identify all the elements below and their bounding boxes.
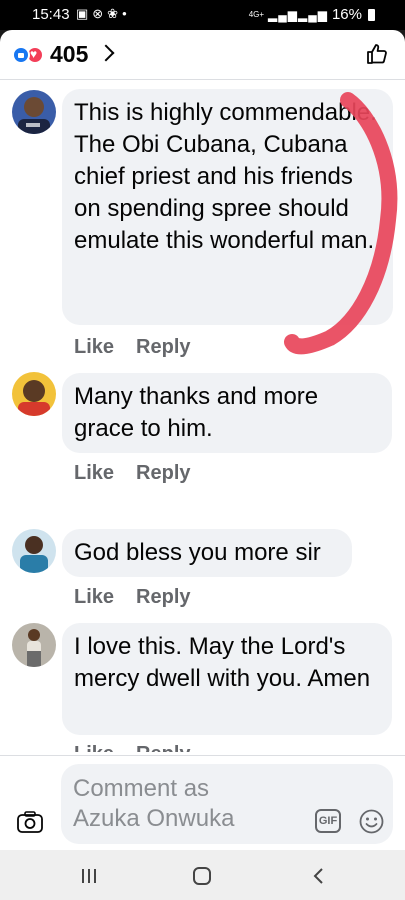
- camera-icon[interactable]: [16, 810, 44, 834]
- status-time: 15:43: [32, 6, 70, 23]
- emoji-icon[interactable]: [359, 809, 384, 834]
- comment-input[interactable]: Comment as Azuka Onwuka GIF: [61, 764, 393, 844]
- like-button[interactable]: Like: [74, 586, 114, 608]
- recents-icon[interactable]: [80, 868, 98, 884]
- comment-actions: Like Reply: [74, 336, 213, 359]
- reply-button[interactable]: Reply: [136, 462, 190, 484]
- reply-button[interactable]: Reply: [136, 336, 190, 358]
- comment-bubble[interactable]: I love this. May the Lord's mercy dwell …: [62, 623, 392, 735]
- comment-placeholder: Comment as Azuka Onwuka: [73, 775, 235, 832]
- reactions-header[interactable]: 405: [0, 30, 405, 80]
- comment-bubble[interactable]: Many thanks and more grace to him.: [62, 373, 392, 453]
- back-icon[interactable]: [312, 868, 324, 884]
- comment-text: I love this. May the Lord's mercy dwell …: [74, 633, 371, 692]
- gif-icon[interactable]: GIF: [315, 809, 341, 833]
- battery-icon: [368, 8, 375, 21]
- reply-button[interactable]: Reply: [136, 743, 190, 752]
- avatar[interactable]: [12, 623, 56, 667]
- comment-text: Many thanks and more grace to him.: [74, 383, 319, 442]
- comment-actions: Like Reply: [74, 462, 213, 485]
- like-button[interactable]: Like: [74, 336, 114, 358]
- comment-actions: Like Reply: [74, 743, 213, 752]
- comment-composer: Comment as Azuka Onwuka GIF: [0, 755, 405, 850]
- avatar[interactable]: [12, 372, 56, 416]
- comment-text: God bless you more sir: [74, 539, 321, 566]
- chevron-right-icon[interactable]: [97, 44, 115, 62]
- navigation-bar: [0, 850, 405, 900]
- reply-button[interactable]: Reply: [136, 586, 190, 608]
- thumbs-up-icon[interactable]: [365, 42, 389, 66]
- notification-icons: ▣⊗❀•: [76, 6, 131, 21]
- comment-list: This is highly commendable. The Obi Cuba…: [0, 80, 405, 752]
- comment-bubble[interactable]: God bless you more sir: [62, 529, 352, 577]
- battery-label: 16%: [331, 6, 362, 23]
- comment-bubble[interactable]: This is highly commendable. The Obi Cuba…: [62, 89, 393, 325]
- avatar[interactable]: [12, 529, 56, 573]
- signal-icon: ▂▄▆▂▄▆: [268, 7, 328, 22]
- status-right: 4G+ ▂▄▆▂▄▆ 16%: [249, 6, 375, 23]
- reaction-count[interactable]: 405: [50, 41, 88, 68]
- status-bar: 15:43 ▣⊗❀• 4G+ ▂▄▆▂▄▆ 16%: [0, 0, 405, 30]
- like-button[interactable]: Like: [74, 743, 114, 752]
- avatar[interactable]: [12, 90, 56, 134]
- network-label: 4G+: [248, 9, 265, 19]
- like-reaction-icon: [12, 46, 30, 64]
- home-icon[interactable]: [193, 867, 211, 885]
- comment-text: This is highly commendable. The Obi Cuba…: [74, 99, 377, 254]
- comment-actions: Like Reply: [74, 586, 213, 609]
- like-button[interactable]: Like: [74, 462, 114, 484]
- comments-panel: 405 This is highly commendable. The Obi …: [0, 30, 405, 850]
